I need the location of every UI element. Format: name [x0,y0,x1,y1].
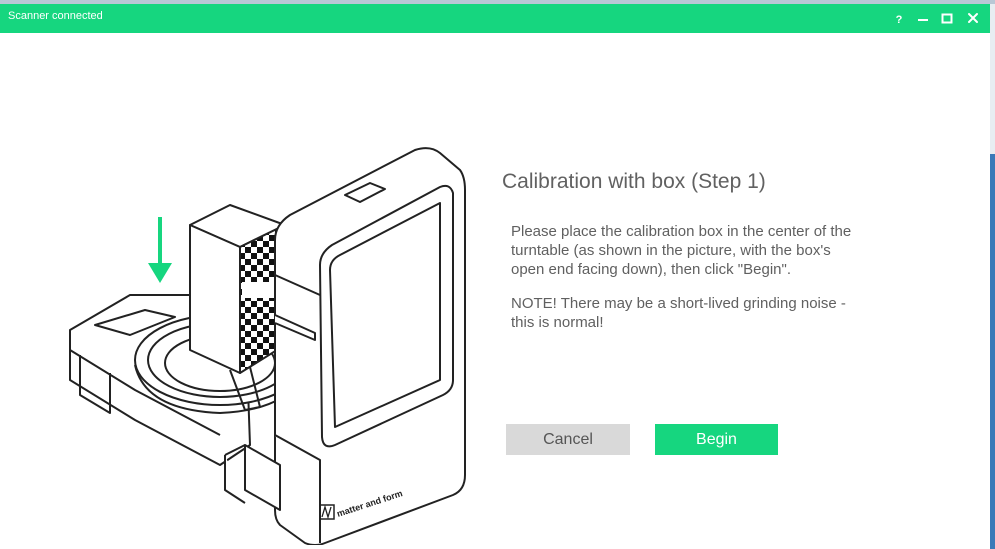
title-bar[interactable]: Scanner connected ? [0,4,990,33]
minimize-icon[interactable] [913,8,933,28]
note-text: NOTE! There may be a short-lived grindin… [511,295,846,331]
close-icon[interactable] [963,8,983,28]
cancel-button[interactable]: Cancel [506,424,630,455]
window-edge [990,4,995,549]
instruction-text: Please place the calibration box in the … [511,223,852,278]
svg-text:?: ? [896,14,903,26]
help-icon[interactable]: ? [889,8,909,28]
dialog-heading: Calibration with box (Step 1) [502,170,766,193]
window-edge-accent [990,154,995,549]
down-arrow-icon [148,217,172,283]
maximize-icon[interactable] [937,8,957,28]
scanner-illustration: matter and form [69,147,466,545]
begin-button[interactable]: Begin [655,424,778,455]
window-title: Scanner connected [8,10,103,22]
